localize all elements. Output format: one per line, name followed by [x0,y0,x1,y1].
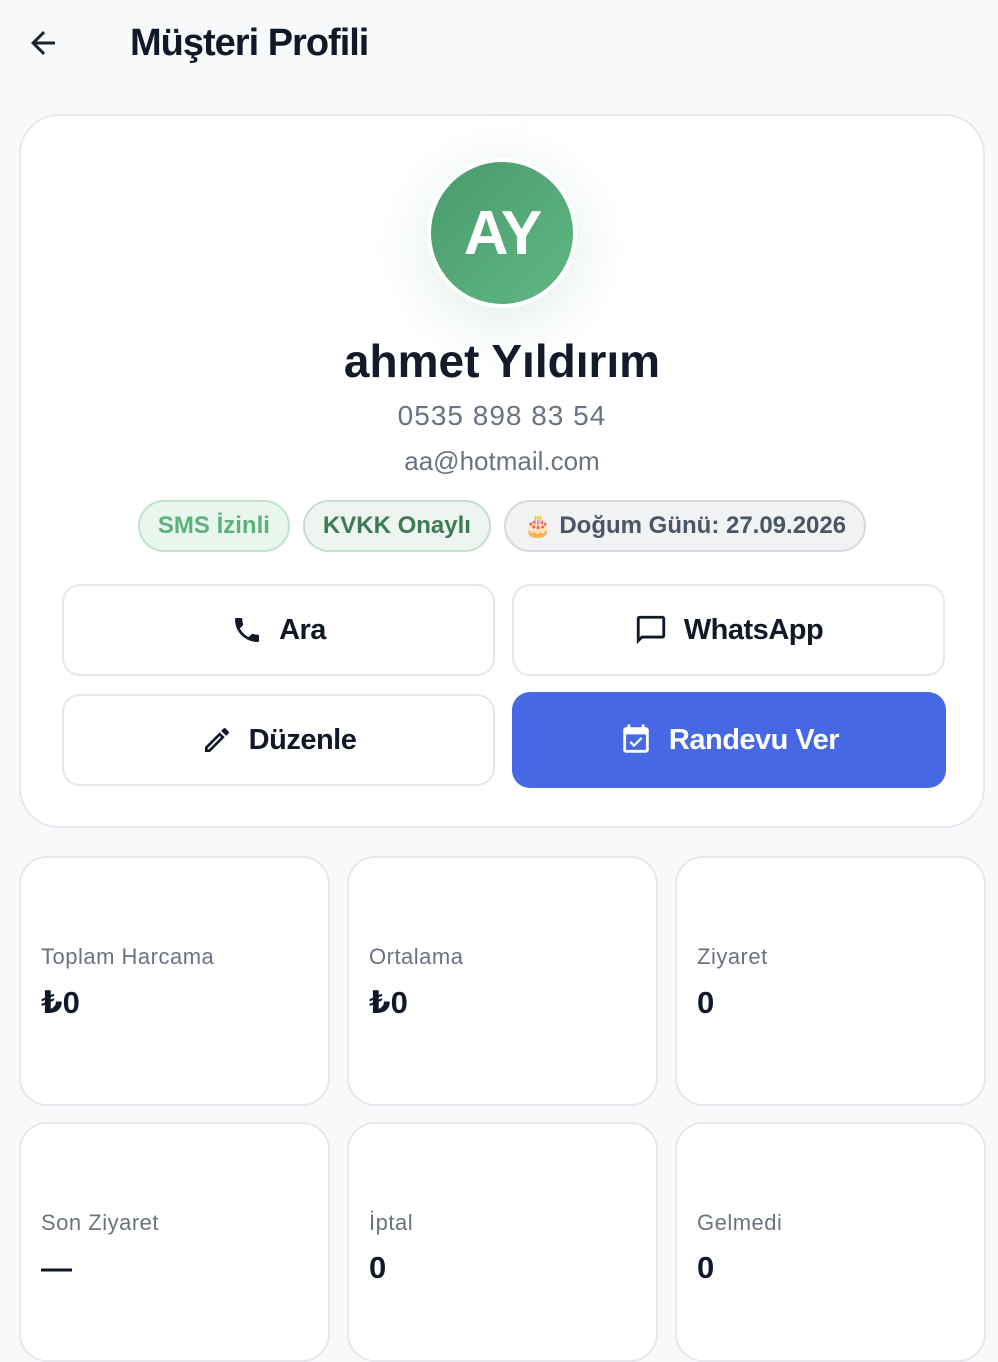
stat-card-average: Ortalama ₺0 [347,856,658,1106]
stat-label: Ortalama [369,944,464,969]
customer-name: ahmet Yıldırım [343,335,661,387]
stat-card-cancelled: İptal 0 [347,1122,658,1362]
stat-label: Gelmedi [697,1210,783,1235]
edit-button[interactable]: Düzenle [62,694,495,786]
stat-card-last-visit: Son Ziyaret — [19,1122,330,1362]
sms-permission-badge: SMS İzinli [137,500,290,552]
stat-label: Son Ziyaret [41,1210,159,1235]
book-appointment-button[interactable]: Randevu Ver [512,692,946,788]
stat-value: 0 [697,1250,715,1285]
back-button[interactable] [22,22,64,64]
calendar-check-icon [623,724,649,753]
app-bar: Müşteri Profili [0,0,998,92]
customer-phone: 0535 898 83 54 [397,400,607,431]
edit-button-label: Düzenle [248,723,357,756]
stat-value: ₺0 [41,985,80,1020]
pencil-icon [204,728,229,752]
profile-card: AY ahmet Yıldırım 0535 898 83 54 aa@hotm… [19,114,985,828]
call-button-label: Ara [279,613,326,646]
customer-email: aa@hotmail.com [404,446,600,476]
cake-icon: 🎂 [523,513,552,538]
stat-value: 0 [697,985,715,1020]
arrow-left-icon [31,31,55,55]
stat-label: Toplam Harcama [41,944,215,969]
avatar: AY [427,158,577,308]
stat-card-no-show: Gelmedi 0 [675,1122,986,1362]
stat-label: İptal [369,1210,414,1235]
stat-value: 0 [369,1250,387,1285]
call-button[interactable]: Ara [62,584,495,676]
whatsapp-button[interactable]: WhatsApp [512,584,945,676]
whatsapp-button-label: WhatsApp [683,613,824,646]
badge-row: SMS İzinli KVKK Onaylı 🎂 Doğum Günü: 27.… [21,500,983,552]
stat-card-visits: Ziyaret 0 [675,856,986,1106]
stat-value: — [41,1250,72,1285]
message-icon [636,615,665,645]
stat-value: ₺0 [369,985,408,1020]
phone-icon [235,618,260,642]
page-title: Müşteri Profili [130,22,369,64]
book-appointment-label: Randevu Ver [668,723,840,756]
stat-card-total-spend: Toplam Harcama ₺0 [19,856,330,1106]
kvkk-consent-badge: KVKK Onaylı [302,500,491,552]
birthday-text: Doğum Günü: 27.09.2026 [559,512,847,539]
birthday-badge: 🎂 Doğum Günü: 27.09.2026 [503,500,867,552]
stat-label: Ziyaret [697,944,768,969]
